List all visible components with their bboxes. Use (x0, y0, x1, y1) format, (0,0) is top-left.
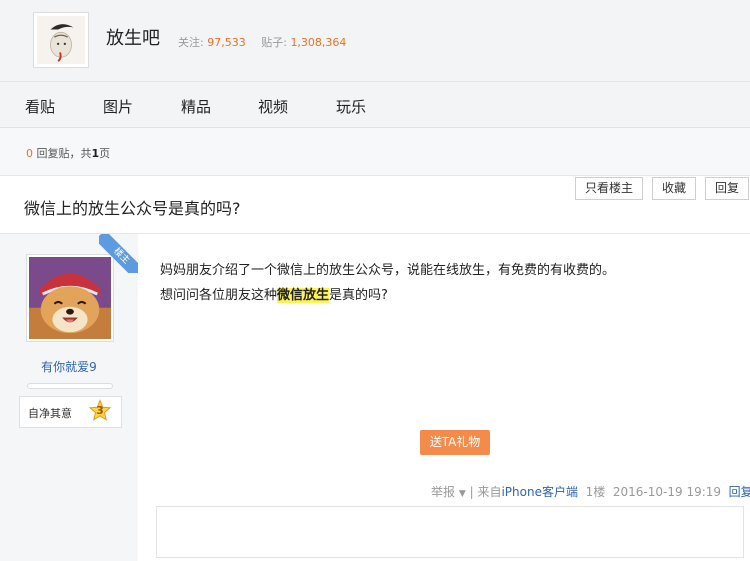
op-ribbon-label: 楼主 (99, 234, 138, 273)
post-line-1: 妈妈朋友介绍了一个微信上的放生公众号，说能在线放生，有免费的有收费的。 (160, 263, 616, 278)
post-content: 妈妈朋友介绍了一个微信上的放生公众号，说能在线放生，有免费的有收费的。 想问问各… (160, 258, 615, 308)
from-label: | 来自 (465, 485, 502, 499)
level-star-icon: 3 (88, 399, 112, 423)
reply-button[interactable]: 回复 (705, 177, 749, 200)
tab-videos[interactable]: 视频 (258, 96, 288, 117)
forum-name[interactable]: 放生吧 (106, 24, 160, 50)
post-tail: 举报 ▼ | 来自iPhone客户端 1楼 2016-10-19 19:19 回… (431, 483, 750, 500)
thread-title-bar: 微信上的放生公众号是真的吗? 只看楼主 收藏 回复 (0, 176, 750, 234)
post-line-2-end: 是真的吗? (329, 288, 388, 303)
reply-input-box[interactable] (156, 506, 744, 558)
page-count: 1 (91, 147, 100, 160)
forum-stats: 关注: 97,533 贴子: 1,308,364 (178, 34, 358, 50)
tab-images[interactable]: 图片 (103, 96, 133, 117)
forum-avatar[interactable] (33, 12, 89, 68)
client-link[interactable]: iPhone客户端 (501, 485, 578, 499)
author-exp-bar (27, 383, 113, 389)
nav-tabs: 看贴 图片 精品 视频 玩乐 (0, 82, 750, 128)
reply-count-bar: 0 回复贴，共1页 (0, 128, 750, 176)
tab-featured[interactable]: 精品 (181, 96, 211, 117)
tab-fun[interactable]: 玩乐 (336, 96, 366, 117)
forum-logo-icon (37, 16, 85, 64)
author-name[interactable]: 有你就爱9 (0, 358, 138, 375)
tab-posts[interactable]: 看贴 (25, 96, 55, 117)
post-line-2: 想问问各位朋友这种微信放生是真的吗? (160, 283, 615, 308)
caret-down-icon: ▼ (458, 489, 466, 499)
reply-count-number: 0 (26, 147, 33, 160)
level-title: 自净其意 (28, 407, 72, 420)
forum-header: 放生吧 关注: 97,533 贴子: 1,308,364 (0, 0, 750, 82)
thread-title: 微信上的放生公众号是真的吗? (24, 199, 241, 218)
floor-number: 1楼 (585, 485, 606, 499)
author-column: 有你就爱9 自净其意 3 (0, 234, 138, 561)
send-gift-button[interactable]: 送TA礼物 (420, 430, 490, 455)
level-number: 3 (96, 404, 104, 417)
report-button[interactable]: 举报 ▼ (431, 485, 466, 499)
post-line-2-start: 想问问各位朋友这种 (160, 288, 278, 303)
level-badge[interactable]: 自净其意 3 (19, 396, 122, 428)
page-count-suffix: 页 (99, 147, 111, 160)
op-ribbon: 楼主 (99, 234, 138, 273)
post-reply-link[interactable]: 回复 (729, 485, 750, 499)
follow-count: 97,533 (207, 36, 246, 49)
only-op-button[interactable]: 只看楼主 (575, 177, 643, 200)
reply-count-text: 回复贴，共 (33, 147, 92, 160)
post-time: 2016-10-19 19:19 (612, 485, 722, 499)
post-label: 贴子: (261, 36, 287, 49)
report-label: 举报 (431, 485, 456, 499)
post-highlight: 微信放生 (277, 288, 330, 303)
follow-label: 关注: (178, 36, 204, 49)
reply-count: 0 回复贴，共1页 (26, 145, 110, 161)
post-count: 1,308,364 (290, 36, 347, 49)
favorite-button[interactable]: 收藏 (652, 177, 696, 200)
